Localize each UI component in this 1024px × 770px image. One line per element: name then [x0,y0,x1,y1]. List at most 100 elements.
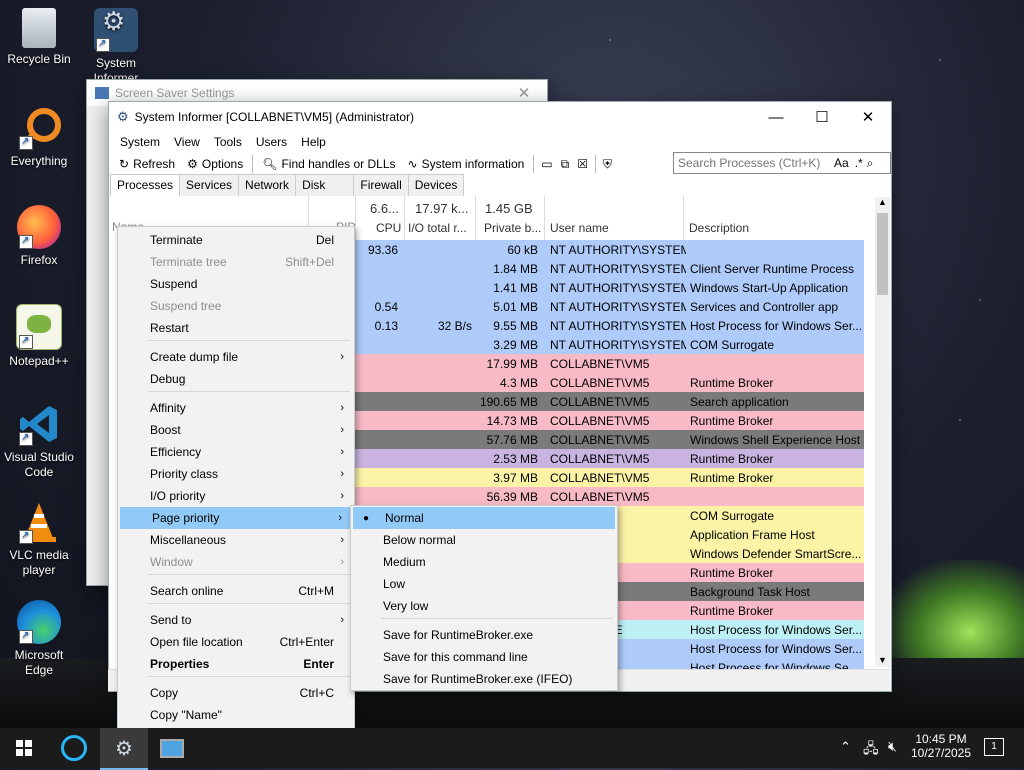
scrollbar-thumb[interactable] [877,213,888,295]
find-handles-button[interactable]: 🔍︎ Find handles or DLLs [256,157,401,171]
regex-toggle[interactable]: .* [855,156,863,170]
options-button[interactable]: ⚙ Options [181,157,249,171]
menu-tools[interactable]: Tools [207,135,249,149]
menu-item-suspend[interactable]: Suspend [118,273,354,295]
table-row[interactable]: 0.54 5.01 MB NT AUTHORITY\SYSTEM Services a… [352,297,864,316]
menu-item-boost[interactable]: Boost › [118,419,354,441]
desktop-icon-firefox[interactable]: Firefox [1,205,77,268]
table-row[interactable]: 4.3 MB COLLABNET\VM5 Runtime Broker [352,373,864,392]
refresh-button[interactable]: ↻ Refresh [113,157,181,171]
taskbar-everything[interactable] [50,728,98,768]
submenu-item-save-for-this-command-line[interactable]: Save for this command line [351,646,617,668]
col-private[interactable]: Private b... [484,221,541,235]
maximize-button[interactable]: ☐ [799,102,845,132]
submenu-item-save-for-runtimebroker-exe-ifeo[interactable]: Save for RuntimeBroker.exe (IFEO) [351,668,617,690]
submenu-item-normal[interactable]: ● Normal [353,507,615,529]
tab-firewall[interactable]: Firewall [353,174,409,196]
menu-item-window[interactable]: Window › [118,551,354,573]
close-button[interactable]: ✕ [845,102,891,132]
tab-disk[interactable]: Disk [295,174,355,196]
menu-system[interactable]: System [113,135,167,149]
desktop-icon-notepadpp[interactable]: Notepad++ [1,304,77,369]
submenu-item-low[interactable]: Low [351,573,617,595]
desktop-icon-vscode[interactable]: Visual Studio Code [1,402,77,480]
menu-item-debug[interactable]: Debug [118,368,354,390]
tab-services[interactable]: Services [179,174,240,196]
window-find-icon[interactable]: ⧉ [557,157,574,172]
menu-item-label: Terminate tree [150,255,227,269]
col-user[interactable]: User name [550,221,609,235]
system-information-button[interactable]: ∿ System information [402,157,531,171]
notification-icon[interactable]: 1 [984,738,1004,756]
menu-item-send-to[interactable]: Send to › [118,609,354,631]
table-row[interactable]: 190.65 MB COLLABNET\VM5 Search application [352,392,864,411]
desktop-icon-vlc[interactable]: VLC media player [1,500,77,578]
taskbar-screen-saver[interactable] [148,728,196,768]
minimize-button[interactable]: — [753,102,799,132]
col-description[interactable]: Description [689,221,749,235]
table-row[interactable]: 93.36 60 kB NT AUTHORITY\SYSTEM [352,240,864,259]
table-row[interactable]: 0.13 32 B/s 9.55 MB NT AUTHORITY\SYSTEM Host… [352,316,864,335]
table-row[interactable]: 56.39 MB COLLABNET\VM5 [352,487,864,506]
menu-help[interactable]: Help [294,135,333,149]
menu-item-i-o-priority[interactable]: I/O priority › [118,485,354,507]
tab-devices[interactable]: Devices [407,174,465,196]
network-icon[interactable]: 🖧 [863,738,879,762]
menu-item-copy-name[interactable]: Copy "Name" [118,704,354,726]
col-cpu[interactable]: CPU [376,221,401,235]
menu-item-restart[interactable]: Restart [118,317,354,339]
menu-item-properties[interactable]: Properties Enter [118,653,354,675]
scroll-up-arrow[interactable]: ▲ [878,197,887,207]
taskbar-system-informer[interactable]: ⚙ [100,728,148,770]
menu-users[interactable]: Users [249,135,294,149]
search-icon[interactable]: ⌕ [867,156,874,171]
toolbar-separator [533,155,535,173]
menu-item-miscellaneous[interactable]: Miscellaneous › [118,529,354,551]
table-row[interactable]: 1.41 MB NT AUTHORITY\SYSTEM Windows Start-… [352,278,864,297]
volume-muted-icon[interactable]: 🔇︎ [888,738,897,755]
menu-item-suspend-tree[interactable]: Suspend tree [118,295,354,317]
submenu-item-medium[interactable]: Medium [351,551,617,573]
table-row[interactable]: 57.76 MB COLLABNET\VM5 Windows Shell Exper… [352,430,864,449]
close-window-icon[interactable]: ☒ [573,157,592,171]
menu-item-create-dump-file[interactable]: Create dump file › [118,346,354,368]
scroll-down-arrow[interactable]: ▼ [878,655,887,665]
search-input[interactable] [674,155,830,171]
menu-item-terminate[interactable]: Terminate Del [118,229,354,251]
table-row[interactable]: 2.53 MB COLLABNET\VM5 Runtime Broker [352,449,864,468]
menu-item-search-online[interactable]: Search online Ctrl+M [118,580,354,602]
tab-processes[interactable]: Processes [110,174,181,196]
clock[interactable]: 10:45 PM 10/27/2025 [910,732,972,760]
menu-item-open-file-location[interactable]: Open file location Ctrl+Enter [118,631,354,653]
table-row[interactable]: 3.97 MB COLLABNET\VM5 Runtime Broker [352,468,864,487]
table-row[interactable]: 14.73 MB COLLABNET\VM5 Runtime Broker [352,411,864,430]
col-io[interactable]: I/O total r... [408,221,467,235]
menu-item-affinity[interactable]: Affinity › [118,397,354,419]
menu-item-label: Open file location [150,635,243,649]
chevron-up-icon[interactable]: ⌃ [840,739,851,755]
shield-icon[interactable]: ⛨ [599,157,616,172]
start-button[interactable] [0,728,48,768]
vertical-scrollbar[interactable]: ▲ ▼ [875,197,890,667]
menu-item-copy[interactable]: Copy Ctrl+C [118,682,354,704]
desktop-icon-recycle-bin[interactable]: Recycle Bin [1,8,77,67]
desktop-icon-everything[interactable]: Everything [1,106,77,169]
tab-network[interactable]: Network [238,174,297,196]
menu-item-priority-class[interactable]: Priority class › [118,463,354,485]
menu-item-terminate-tree[interactable]: Terminate tree Shift+Del [118,251,354,273]
desktop-icon-edge[interactable]: Microsoft Edge [1,600,77,678]
table-row[interactable]: 3.29 MB NT AUTHORITY\SYSTEM COM Surrogate [352,335,864,354]
table-row[interactable]: 1.84 MB NT AUTHORITY\SYSTEM Client Server … [352,259,864,278]
menu-view[interactable]: View [167,135,207,149]
submenu-item-save-for-runtimebroker-exe[interactable]: Save for RuntimeBroker.exe [351,624,617,646]
case-sensitive-toggle[interactable]: Aa [834,156,849,170]
desktop-icon-system-informer[interactable]: ⚙ System Informer [78,8,154,86]
radio-check-icon: ● [363,512,370,524]
menu-item-page-priority[interactable]: Page priority › [120,507,352,529]
table-row[interactable]: 17.99 MB COLLABNET\VM5 [352,354,864,373]
window-icon[interactable]: ▭ [537,157,556,171]
vlc-icon [17,500,61,544]
menu-item-efficiency[interactable]: Efficiency › [118,441,354,463]
submenu-item-very-low[interactable]: Very low [351,595,617,617]
submenu-item-below-normal[interactable]: Below normal [351,529,617,551]
